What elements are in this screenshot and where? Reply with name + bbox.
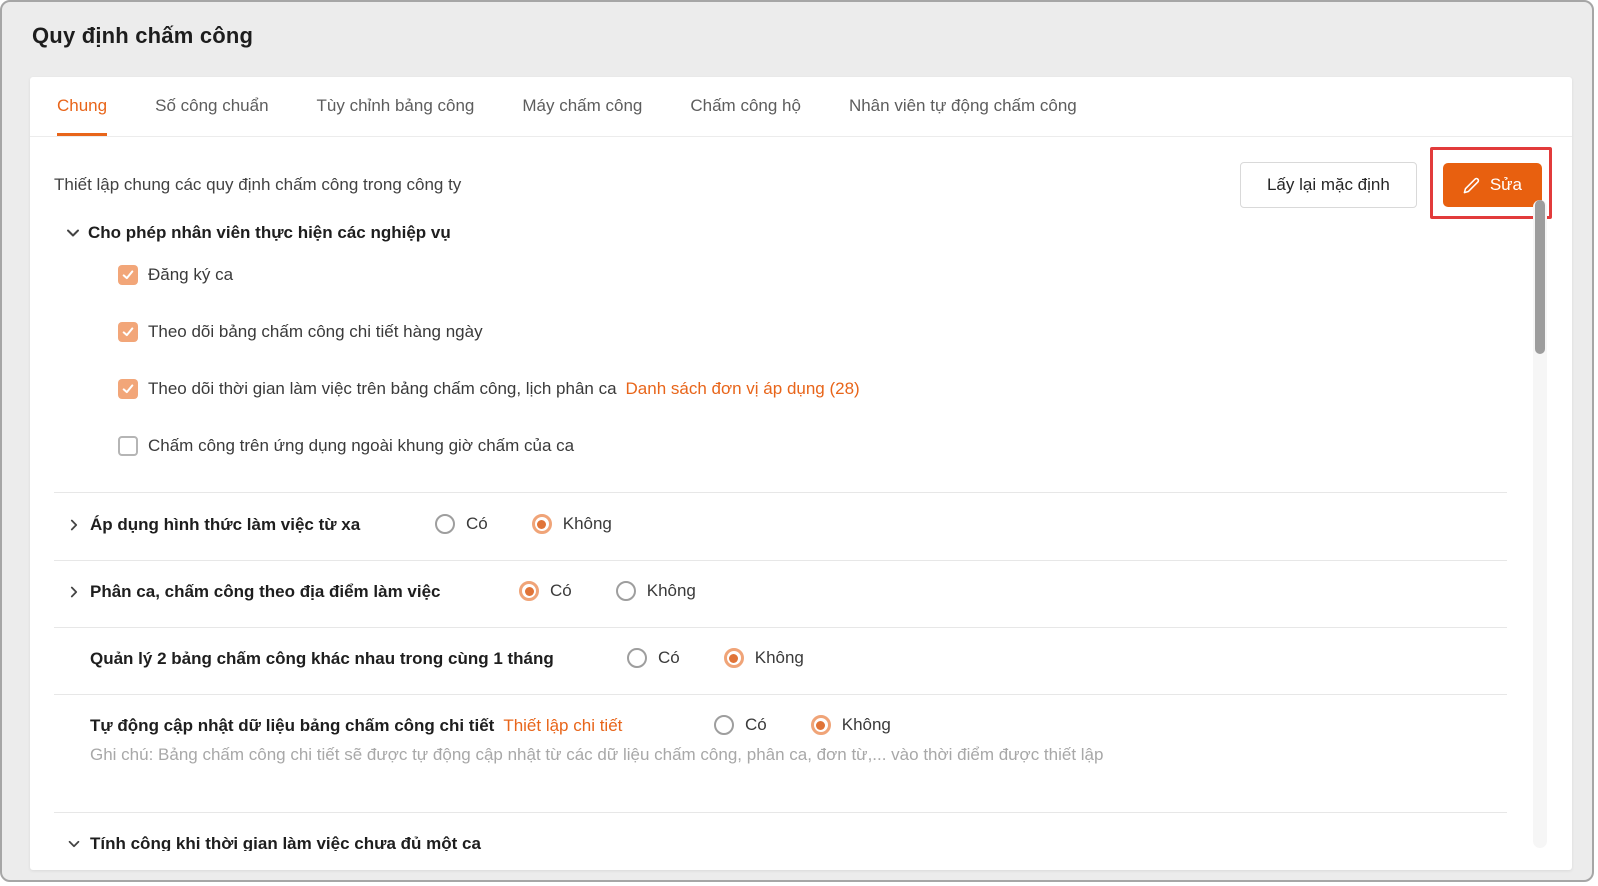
permissions-checkbox-list: Đăng ký ca Theo dõi bảng chấm công chi t…	[118, 264, 1548, 457]
checkbox-checked-icon[interactable]	[118, 379, 138, 399]
checkbox-checked-icon[interactable]	[118, 322, 138, 342]
edit-button-label: Sửa	[1490, 175, 1522, 195]
section-description: Thiết lập chung các quy định chấm công t…	[54, 175, 461, 195]
page-title: Quy định chấm công	[32, 23, 1592, 49]
radio-option-yes[interactable]: Có	[714, 715, 767, 735]
tab-bar: Chung Số công chuẩn Tùy chỉnh bảng công …	[30, 77, 1572, 137]
chevron-right-icon[interactable]	[66, 584, 82, 600]
toolbar: Thiết lập chung các quy định chấm công t…	[54, 162, 1548, 208]
detail-setup-link[interactable]: Thiết lập chi tiết	[503, 716, 622, 736]
chevron-right-icon[interactable]	[66, 517, 82, 533]
setting-row-tinh-cong-chua-du-ca: Tính công khi thời gian làm việc chưa đủ…	[54, 813, 1548, 851]
radio-option-yes[interactable]: Có	[519, 581, 572, 601]
radio-selected-icon[interactable]	[724, 648, 744, 668]
tab-nhan-vien-tu-dong-cham-cong[interactable]: Nhân viên tự động chấm công	[849, 77, 1077, 136]
setting-row-tu-dong-cap-nhat: Tự động cập nhật dữ liệu bảng chấm công …	[54, 695, 1548, 812]
tab-content: Thiết lập chung các quy định chấm công t…	[30, 137, 1572, 851]
radio-group-2-bang-cham-cong: Có Không	[627, 648, 804, 668]
setting-label: Quản lý 2 bảng chấm công khác nhau trong…	[90, 649, 554, 669]
radio-group-phan-ca-dia-diem: Có Không	[519, 581, 696, 601]
checkbox-row-theo-doi-thoi-gian[interactable]: Theo dõi thời gian làm việc trên bảng ch…	[118, 378, 1548, 400]
radio-unselected-icon[interactable]	[627, 648, 647, 668]
setting-note: Ghi chú: Bảng chấm công chi tiết sẽ được…	[90, 744, 1548, 765]
radio-option-no[interactable]: Không	[724, 648, 804, 668]
setting-label: Phân ca, chấm công theo địa điểm làm việ…	[90, 582, 441, 602]
toolbar-actions: Lấy lại mặc định Sửa	[1240, 162, 1542, 208]
checkbox-checked-icon[interactable]	[118, 265, 138, 285]
radio-option-yes[interactable]: Có	[627, 648, 680, 668]
setting-row-2-bang-cham-cong: Quản lý 2 bảng chấm công khác nhau trong…	[54, 628, 1548, 694]
section-permissions-title: Cho phép nhân viên thực hiện các nghiệp …	[88, 223, 451, 243]
page-header: Quy định chấm công	[2, 2, 1592, 77]
pencil-icon	[1463, 177, 1480, 194]
checkbox-label: Theo dõi bảng chấm công chi tiết hàng ng…	[148, 322, 483, 342]
chevron-down-icon	[64, 224, 82, 242]
scrollbar-thumb[interactable]	[1535, 200, 1545, 354]
applied-units-link[interactable]: Danh sách đơn vị áp dụng (28)	[626, 379, 860, 399]
checkbox-label: Chấm công trên ứng dụng ngoài khung giờ …	[148, 436, 574, 456]
settings-card: Chung Số công chuẩn Tùy chỉnh bảng công …	[30, 77, 1572, 870]
radio-option-yes[interactable]: Có	[435, 514, 488, 534]
radio-selected-icon[interactable]	[519, 581, 539, 601]
setting-label: Áp dụng hình thức làm việc từ xa	[90, 515, 360, 535]
tab-tuy-chinh-bang-cong[interactable]: Tùy chỉnh bảng công	[317, 77, 475, 136]
tab-chung[interactable]: Chung	[57, 77, 107, 136]
chevron-down-icon[interactable]	[66, 836, 82, 851]
radio-selected-icon[interactable]	[532, 514, 552, 534]
reset-default-button[interactable]: Lấy lại mặc định	[1240, 162, 1417, 208]
section-permissions-header[interactable]: Cho phép nhân viên thực hiện các nghiệp …	[64, 223, 1548, 243]
setting-row-phan-ca-dia-diem: Phân ca, chấm công theo địa điểm làm việ…	[54, 561, 1548, 627]
checkbox-label: Đăng ký ca	[148, 265, 233, 285]
checkbox-unchecked-icon[interactable]	[118, 436, 138, 456]
radio-option-no[interactable]: Không	[811, 715, 891, 735]
setting-row-lam-viec-tu-xa: Áp dụng hình thức làm việc từ xa Có Khôn…	[54, 493, 1548, 560]
radio-option-no[interactable]: Không	[532, 514, 612, 534]
radio-unselected-icon[interactable]	[435, 514, 455, 534]
radio-unselected-icon[interactable]	[714, 715, 734, 735]
checkbox-row-theo-doi-bang-cham-cong[interactable]: Theo dõi bảng chấm công chi tiết hàng ng…	[118, 321, 1548, 343]
checkbox-row-cham-cong-ngoai-khung-gio[interactable]: Chấm công trên ứng dụng ngoài khung giờ …	[118, 435, 1548, 457]
radio-group-tu-dong-cap-nhat: Có Không	[714, 715, 891, 735]
tab-cham-cong-ho[interactable]: Chấm công hộ	[690, 77, 801, 136]
radio-selected-icon[interactable]	[811, 715, 831, 735]
edit-button[interactable]: Sửa	[1443, 163, 1542, 207]
app-window: Quy định chấm công Chung Số công chuẩn T…	[0, 0, 1594, 882]
checkbox-label: Theo dõi thời gian làm việc trên bảng ch…	[148, 379, 617, 399]
setting-label: Tính công khi thời gian làm việc chưa đủ…	[90, 834, 481, 851]
tab-so-cong-chuan[interactable]: Số công chuẩn	[155, 77, 268, 136]
checkbox-row-dang-ky-ca[interactable]: Đăng ký ca	[118, 264, 1548, 286]
radio-unselected-icon[interactable]	[616, 581, 636, 601]
tab-may-cham-cong[interactable]: Máy chấm công	[522, 77, 642, 136]
radio-option-no[interactable]: Không	[616, 581, 696, 601]
radio-group-lam-viec-tu-xa: Có Không	[435, 514, 612, 534]
setting-label: Tự động cập nhật dữ liệu bảng chấm công …	[90, 716, 494, 736]
